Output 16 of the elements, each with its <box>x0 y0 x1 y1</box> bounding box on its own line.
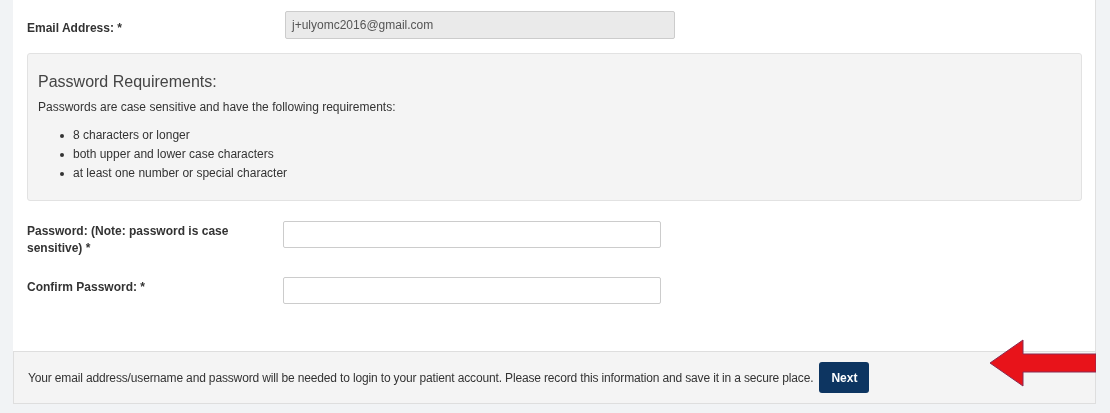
next-button[interactable]: Next <box>819 362 870 393</box>
requirement-item: 8 characters or longer <box>73 127 190 144</box>
footer-text: Your email address/username and password will be needed to login to your patient account. Please record this information and save it in a secure place. <box>28 369 814 387</box>
requirement-item: both upper and lower case characters <box>73 146 274 163</box>
field-label: Password: (Note: password is case sensitive) * <box>27 223 230 257</box>
bullet-icon <box>60 152 64 157</box>
field-label: Email Address: * <box>27 20 123 37</box>
field-label: Confirm Password: * <box>27 279 147 296</box>
password-field[interactable] <box>283 221 661 248</box>
bullet-icon <box>60 171 64 176</box>
requirements-title: Password Requirements: <box>38 72 218 92</box>
requirements-text: Passwords are case sensitive and have the following requirements: <box>38 99 397 116</box>
requirement-item: at least one number or special character <box>73 165 288 182</box>
arrow-icon <box>990 338 1096 388</box>
password-field[interactable] <box>283 277 661 304</box>
bullet-icon <box>60 133 64 138</box>
